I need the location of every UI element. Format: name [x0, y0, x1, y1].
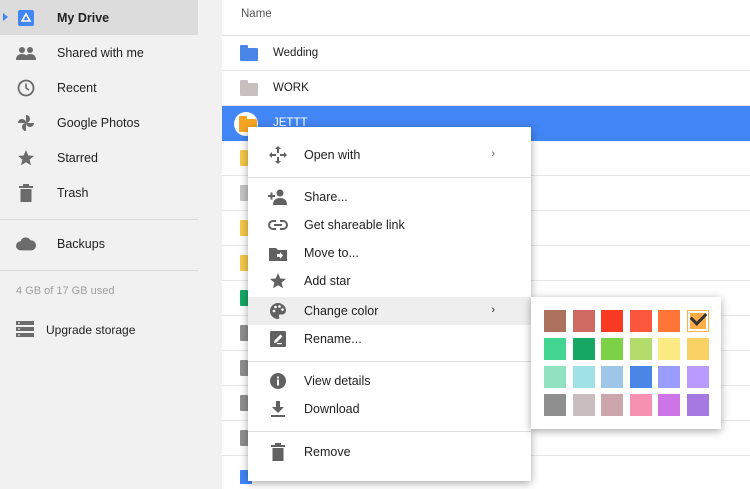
upgrade-storage-label: Upgrade storage [46, 323, 136, 337]
color-swatch[interactable] [572, 338, 595, 360]
color-swatch[interactable] [544, 394, 566, 416]
color-swatch[interactable] [544, 366, 566, 388]
color-swatch[interactable] [629, 366, 652, 388]
menu-item-label: Move to... [304, 246, 359, 260]
storage-stack-icon [16, 321, 34, 340]
color-swatch[interactable] [572, 366, 595, 388]
menu-item-label: Get shareable link [304, 218, 405, 232]
storage-usage-text: 4 GB of 17 GB used [16, 285, 115, 297]
file-row-work[interactable]: WORK [222, 71, 750, 106]
color-swatch[interactable] [658, 338, 680, 360]
menu-divider [248, 361, 531, 362]
color-swatch[interactable] [629, 338, 652, 360]
sidebar: My Drive Shared with me Recent Google Ph… [0, 0, 198, 489]
color-swatch[interactable] [686, 366, 709, 388]
sidebar-item-shared[interactable]: Shared with me [0, 35, 198, 70]
palette-icon [268, 302, 288, 320]
color-swatch[interactable] [544, 310, 566, 332]
menu-item-label: Download [304, 402, 360, 416]
color-swatch[interactable] [601, 394, 623, 416]
color-swatch[interactable] [658, 394, 680, 416]
menu-item-move-to[interactable]: Move to... [248, 239, 531, 267]
sidebar-item-label: Shared with me [57, 46, 144, 60]
menu-item-label: View details [304, 374, 371, 388]
upgrade-storage-link[interactable]: Upgrade storage [0, 317, 198, 343]
file-name: Wedding [273, 47, 319, 59]
menu-item-download[interactable]: Download [248, 395, 531, 423]
color-swatch[interactable] [601, 338, 623, 360]
sidebar-item-recent[interactable]: Recent [0, 70, 198, 105]
link-icon [268, 216, 288, 234]
menu-item-change-color[interactable]: Change color › [248, 297, 531, 325]
sidebar-item-label: My Drive [57, 11, 110, 25]
menu-item-label: Change color [304, 304, 379, 318]
color-swatch[interactable] [572, 310, 595, 332]
trash-icon [268, 443, 288, 461]
color-swatch[interactable] [601, 310, 623, 332]
color-swatch[interactable] [686, 338, 709, 360]
chevron-right-icon: › [491, 304, 495, 316]
sidebar-divider [0, 219, 198, 220]
sidebar-item-backups[interactable]: Backups [0, 226, 198, 261]
expand-caret-icon[interactable] [3, 13, 8, 21]
menu-item-label: Share... [304, 190, 348, 204]
menu-item-add-star[interactable]: Add star [248, 267, 531, 295]
people-icon [16, 43, 36, 63]
menu-item-share[interactable]: Share... [248, 183, 531, 211]
info-icon [268, 372, 288, 390]
cloud-icon [16, 234, 36, 254]
folder-icon [240, 80, 258, 96]
edit-icon [268, 330, 288, 348]
chevron-right-icon: › [491, 148, 495, 160]
menu-item-label: Remove [304, 445, 351, 459]
sidebar-item-label: Backups [57, 237, 105, 251]
color-swatch[interactable] [686, 310, 709, 332]
menu-item-view-details[interactable]: View details [248, 367, 531, 395]
menu-divider [248, 431, 531, 432]
color-swatch[interactable] [629, 394, 652, 416]
folder-icon [240, 45, 258, 61]
color-swatch[interactable] [544, 338, 566, 360]
menu-item-get-link[interactable]: Get shareable link [248, 211, 531, 239]
clock-icon [16, 78, 36, 98]
file-row-wedding[interactable]: Wedding [222, 36, 750, 71]
context-menu: Open with › Share... Get shareable link … [248, 127, 531, 481]
star-icon [16, 148, 36, 168]
menu-item-label: Add star [304, 274, 351, 288]
download-icon [268, 400, 288, 418]
sidebar-item-photos[interactable]: Google Photos [0, 105, 198, 140]
color-swatch[interactable] [572, 394, 595, 416]
sidebar-item-label: Trash [57, 186, 89, 200]
menu-item-open-with[interactable]: Open with › [248, 141, 531, 169]
sidebar-item-label: Google Photos [57, 116, 140, 130]
color-swatch[interactable] [658, 366, 680, 388]
column-header-name[interactable]: Name [241, 8, 272, 20]
menu-divider [248, 177, 531, 178]
color-swatch[interactable] [601, 366, 623, 388]
file-name: WORK [273, 82, 309, 94]
move-folder-icon [268, 244, 288, 262]
color-palette-submenu [531, 297, 721, 429]
menu-item-label: Open with [304, 148, 361, 162]
star-icon [268, 272, 288, 290]
trash-icon [16, 183, 36, 203]
menu-item-rename[interactable]: Rename... [248, 325, 531, 353]
sidebar-item-starred[interactable]: Starred [0, 140, 198, 175]
color-swatch[interactable] [629, 310, 652, 332]
sidebar-divider [0, 270, 198, 271]
sidebar-item-trash[interactable]: Trash [0, 175, 198, 210]
sidebar-item-label: Starred [57, 151, 98, 165]
menu-item-remove[interactable]: Remove [248, 438, 531, 466]
drive-icon [16, 8, 36, 28]
menu-item-label: Rename... [304, 332, 362, 346]
list-header: Name [222, 0, 750, 36]
sidebar-item-label: Recent [57, 81, 97, 95]
color-swatch[interactable] [686, 394, 709, 416]
move-arrows-icon [268, 146, 288, 164]
color-swatch[interactable] [658, 310, 680, 332]
sidebar-item-my-drive[interactable]: My Drive [0, 0, 198, 35]
pinwheel-icon [16, 113, 36, 133]
add-person-icon [268, 188, 288, 206]
